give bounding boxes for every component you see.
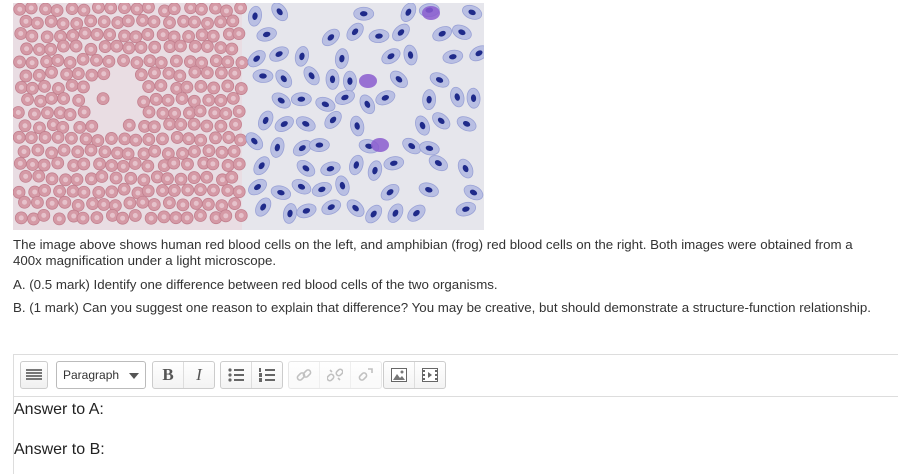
paragraph-format-value: Paragraph (63, 368, 120, 382)
link-icon[interactable] (289, 362, 319, 388)
answer-editor[interactable]: Paragraph B I Answer to A: Answer to B: (13, 354, 898, 474)
answer-line-a[interactable]: Answer to A: (14, 401, 104, 419)
image-icon[interactable] (384, 362, 414, 388)
text-style-group: B I (152, 361, 215, 389)
list-group (220, 361, 283, 389)
question-part-a: A. (0.5 mark) Identify one difference be… (13, 277, 498, 292)
media-group (383, 361, 446, 389)
question-intro: The image above shows human red blood ce… (13, 237, 853, 268)
editor-toolbar: Paragraph B I (14, 355, 898, 397)
question-part-b: B. (1 mark) Can you suggest one reason t… (13, 300, 871, 315)
chevron-down-icon (129, 373, 139, 379)
paragraph-format-select[interactable]: Paragraph (56, 361, 146, 389)
numbered-list-icon[interactable] (251, 362, 282, 388)
blood-cells-image (13, 3, 484, 230)
bold-icon[interactable]: B (153, 362, 183, 388)
italic-icon[interactable]: I (183, 362, 214, 388)
answer-line-b[interactable]: Answer to B: (14, 441, 105, 459)
bullet-list-icon[interactable] (221, 362, 251, 388)
toolbar-toggle-icon[interactable] (20, 361, 48, 389)
media-icon[interactable] (414, 362, 445, 388)
link-group (288, 361, 382, 389)
unlink-icon[interactable] (319, 362, 350, 388)
anchor-icon[interactable] (350, 362, 381, 388)
